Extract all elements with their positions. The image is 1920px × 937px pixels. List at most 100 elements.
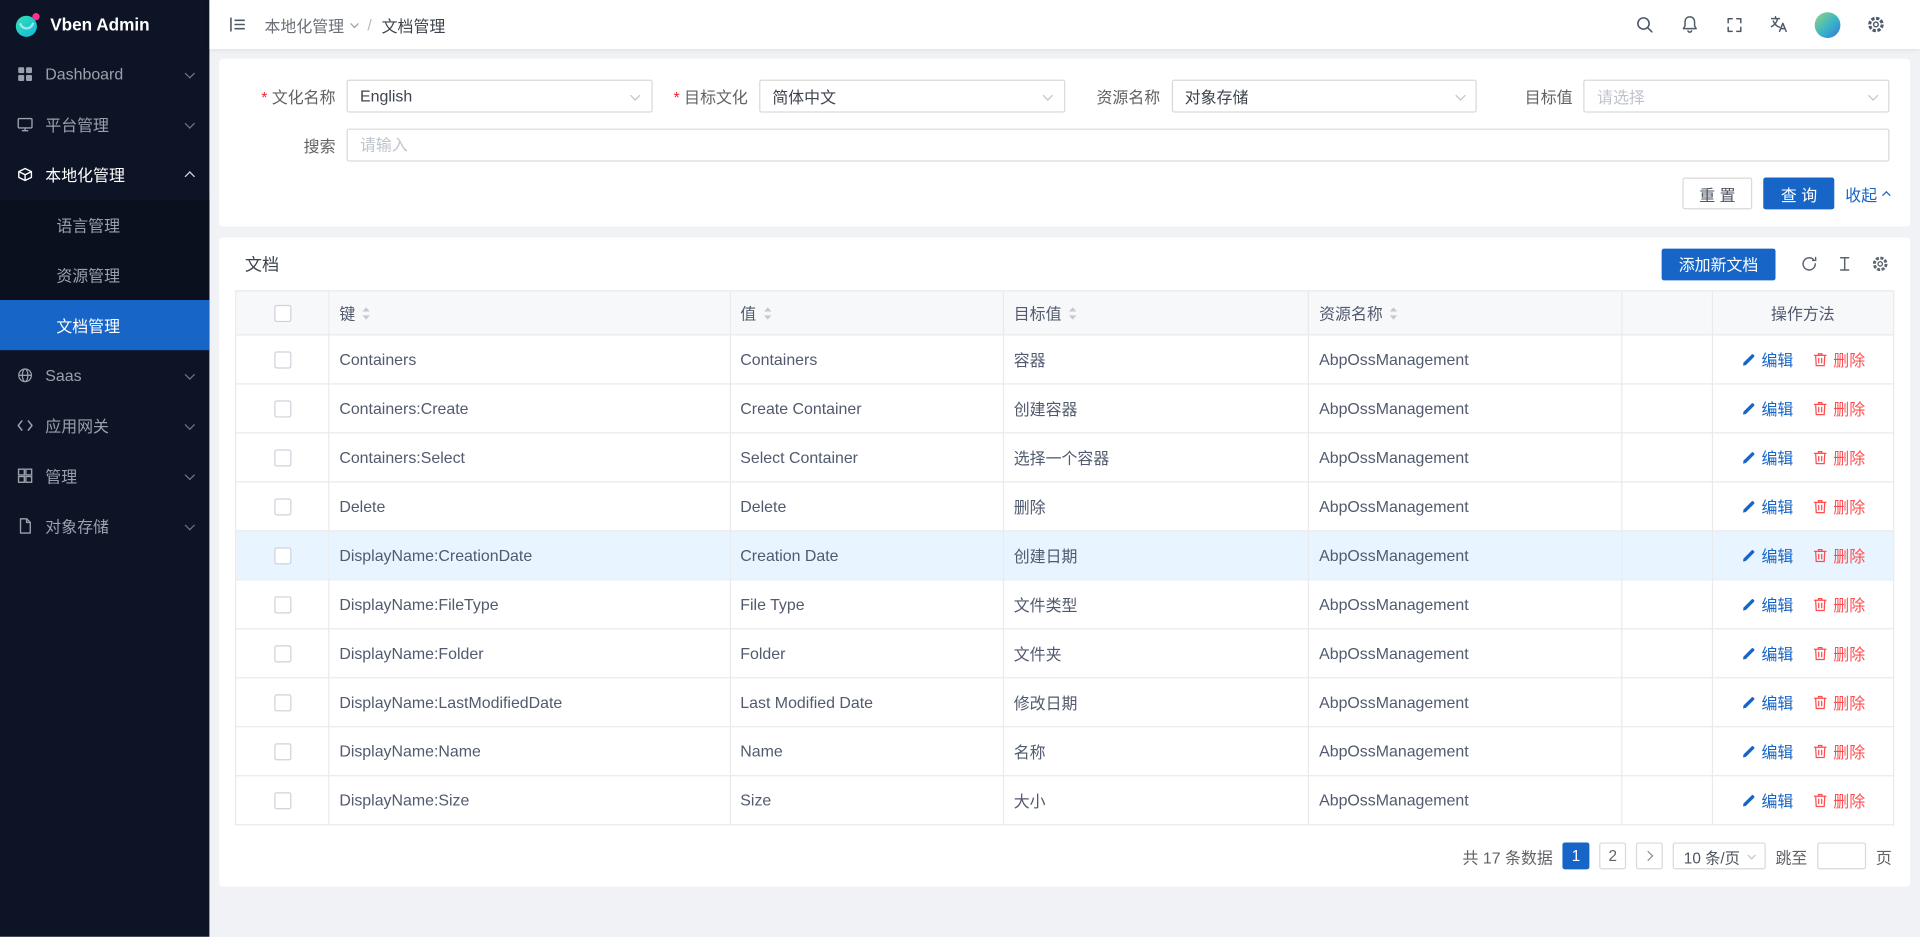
- row-checkbox[interactable]: [274, 793, 291, 810]
- edit-button[interactable]: 编辑: [1741, 495, 1794, 518]
- search-icon[interactable]: [1635, 15, 1655, 35]
- table-row-highlighted[interactable]: DisplayName:CreationDate Creation Date 创…: [236, 531, 1894, 580]
- resource-name-select[interactable]: 对象存储: [1171, 80, 1477, 113]
- row-checkbox[interactable]: [274, 499, 291, 516]
- column-height-icon[interactable]: [1836, 255, 1854, 273]
- cell-target: 大小: [1003, 776, 1308, 825]
- select-all-checkbox[interactable]: [274, 305, 291, 322]
- table-row[interactable]: DisplayName:FileType File Type 文件类型 AbpO…: [236, 580, 1894, 629]
- delete-button[interactable]: 删除: [1812, 789, 1865, 812]
- settings-gear-icon[interactable]: [1866, 15, 1886, 35]
- sidebar-item-language-management[interactable]: 语言管理: [0, 200, 209, 250]
- table-row[interactable]: Containers:Create Create Container 创建容器 …: [236, 384, 1894, 433]
- sidebar-item-dashboard[interactable]: Dashboard: [0, 49, 209, 99]
- translate-icon[interactable]: [1769, 15, 1789, 35]
- delete-button[interactable]: 删除: [1812, 593, 1865, 616]
- row-checkbox[interactable]: [274, 597, 291, 614]
- column-header-target-value[interactable]: 目标值: [1003, 291, 1308, 335]
- edit-button[interactable]: 编辑: [1741, 348, 1794, 371]
- app-logo[interactable]: Vben Admin: [0, 0, 209, 49]
- fullscreen-icon[interactable]: [1725, 15, 1743, 33]
- collapse-link[interactable]: 收起: [1845, 182, 1889, 205]
- table-row[interactable]: Delete Delete 删除 AbpOssManagement 编辑: [236, 482, 1894, 531]
- row-checkbox[interactable]: [274, 548, 291, 565]
- edit-button[interactable]: 编辑: [1741, 544, 1794, 567]
- row-checkbox[interactable]: [274, 401, 291, 418]
- query-button[interactable]: 查 询: [1764, 178, 1835, 210]
- logo-title: Vben Admin: [50, 15, 149, 35]
- chevron-down-icon: [631, 90, 641, 100]
- avatar[interactable]: [1815, 12, 1841, 38]
- table-row[interactable]: DisplayName:Name Name 名称 AbpOssManagemen…: [236, 727, 1894, 776]
- sidebar-item-localization[interactable]: 本地化管理: [0, 149, 209, 199]
- cell-target: 文件夹: [1003, 629, 1308, 678]
- localization-submenu: 语言管理 资源管理 文档管理: [0, 200, 209, 351]
- breadcrumb-parent[interactable]: 本地化管理: [264, 13, 357, 36]
- cell-resource: AbpOssManagement: [1309, 580, 1622, 629]
- page-button-1[interactable]: 1: [1563, 842, 1590, 869]
- row-checkbox[interactable]: [274, 695, 291, 712]
- page-size-select[interactable]: 10 条/页: [1673, 842, 1766, 869]
- field-label: 搜索: [240, 133, 347, 156]
- delete-button[interactable]: 删除: [1812, 642, 1865, 665]
- cell-key: Containers:Create: [329, 384, 730, 433]
- add-document-button[interactable]: 添加新文档: [1662, 248, 1776, 280]
- next-page-button[interactable]: [1636, 842, 1663, 869]
- edit-button[interactable]: 编辑: [1741, 446, 1794, 469]
- sidebar-item-resource-management[interactable]: 资源管理: [0, 250, 209, 300]
- filter-field-culture-name: 文化名称 English: [240, 80, 652, 113]
- delete-button[interactable]: 删除: [1812, 691, 1865, 714]
- table-panel: 文档 添加新文档: [219, 238, 1910, 887]
- column-header-resource-name[interactable]: 资源名称: [1309, 291, 1622, 335]
- sidebar-item-document-management[interactable]: 文档管理: [0, 300, 209, 350]
- cell-key: DisplayName:Size: [329, 776, 730, 825]
- sidebar-item-platform[interactable]: 平台管理: [0, 99, 209, 149]
- edit-button[interactable]: 编辑: [1741, 691, 1794, 714]
- delete-button[interactable]: 删除: [1812, 544, 1865, 567]
- edit-button[interactable]: 编辑: [1741, 593, 1794, 616]
- table-row[interactable]: DisplayName:Size Size 大小 AbpOssManagemen…: [236, 776, 1894, 825]
- delete-button[interactable]: 删除: [1812, 740, 1865, 763]
- edit-button[interactable]: 编辑: [1741, 642, 1794, 665]
- reset-button[interactable]: 重 置: [1682, 178, 1753, 210]
- column-header-value[interactable]: 值: [730, 291, 1003, 335]
- row-checkbox[interactable]: [274, 450, 291, 467]
- delete-button[interactable]: 删除: [1812, 446, 1865, 469]
- table-row[interactable]: Containers Containers 容器 AbpOssManagemen…: [236, 335, 1894, 384]
- refresh-icon[interactable]: [1800, 255, 1818, 273]
- delete-button[interactable]: 删除: [1812, 397, 1865, 420]
- jump-page-input[interactable]: [1817, 842, 1866, 869]
- edit-button[interactable]: 编辑: [1741, 789, 1794, 812]
- search-input[interactable]: [347, 129, 1890, 162]
- cell-value: Size: [730, 776, 1003, 825]
- table-header-row: 键 值: [236, 291, 1894, 335]
- row-checkbox[interactable]: [274, 352, 291, 369]
- culture-name-select[interactable]: English: [347, 80, 653, 113]
- table-row[interactable]: DisplayName:LastModifiedDate Last Modifi…: [236, 678, 1894, 727]
- row-checkbox[interactable]: [274, 744, 291, 761]
- edit-button[interactable]: 编辑: [1741, 397, 1794, 420]
- column-header-key[interactable]: 键: [329, 291, 730, 335]
- menu-fold-icon[interactable]: [228, 15, 248, 35]
- cell-key: Containers: [329, 335, 730, 384]
- chevron-down-icon: [185, 68, 195, 78]
- column-settings-gear-icon[interactable]: [1871, 255, 1889, 273]
- page-button-2[interactable]: 2: [1599, 842, 1626, 869]
- delete-button[interactable]: 删除: [1812, 495, 1865, 518]
- table-row[interactable]: DisplayName:Folder Folder 文件夹 AbpOssMana…: [236, 629, 1894, 678]
- sidebar-item-saas[interactable]: Saas: [0, 350, 209, 400]
- delete-button[interactable]: 删除: [1812, 348, 1865, 371]
- table-row[interactable]: Containers:Select Select Container 选择一个容…: [236, 433, 1894, 482]
- row-checkbox[interactable]: [274, 646, 291, 663]
- edit-button[interactable]: 编辑: [1741, 740, 1794, 763]
- sort-icon: [361, 306, 371, 321]
- trash-icon: [1812, 547, 1828, 563]
- sort-icon: [762, 306, 772, 321]
- target-culture-select[interactable]: 简体中文: [759, 80, 1065, 113]
- cell-key: Delete: [329, 482, 730, 531]
- sidebar-item-gateway[interactable]: 应用网关: [0, 400, 209, 450]
- sidebar-item-management[interactable]: 管理: [0, 451, 209, 501]
- bell-icon[interactable]: [1680, 15, 1700, 35]
- sidebar-item-object-storage[interactable]: 对象存储: [0, 501, 209, 551]
- target-value-select[interactable]: 请选择: [1584, 80, 1890, 113]
